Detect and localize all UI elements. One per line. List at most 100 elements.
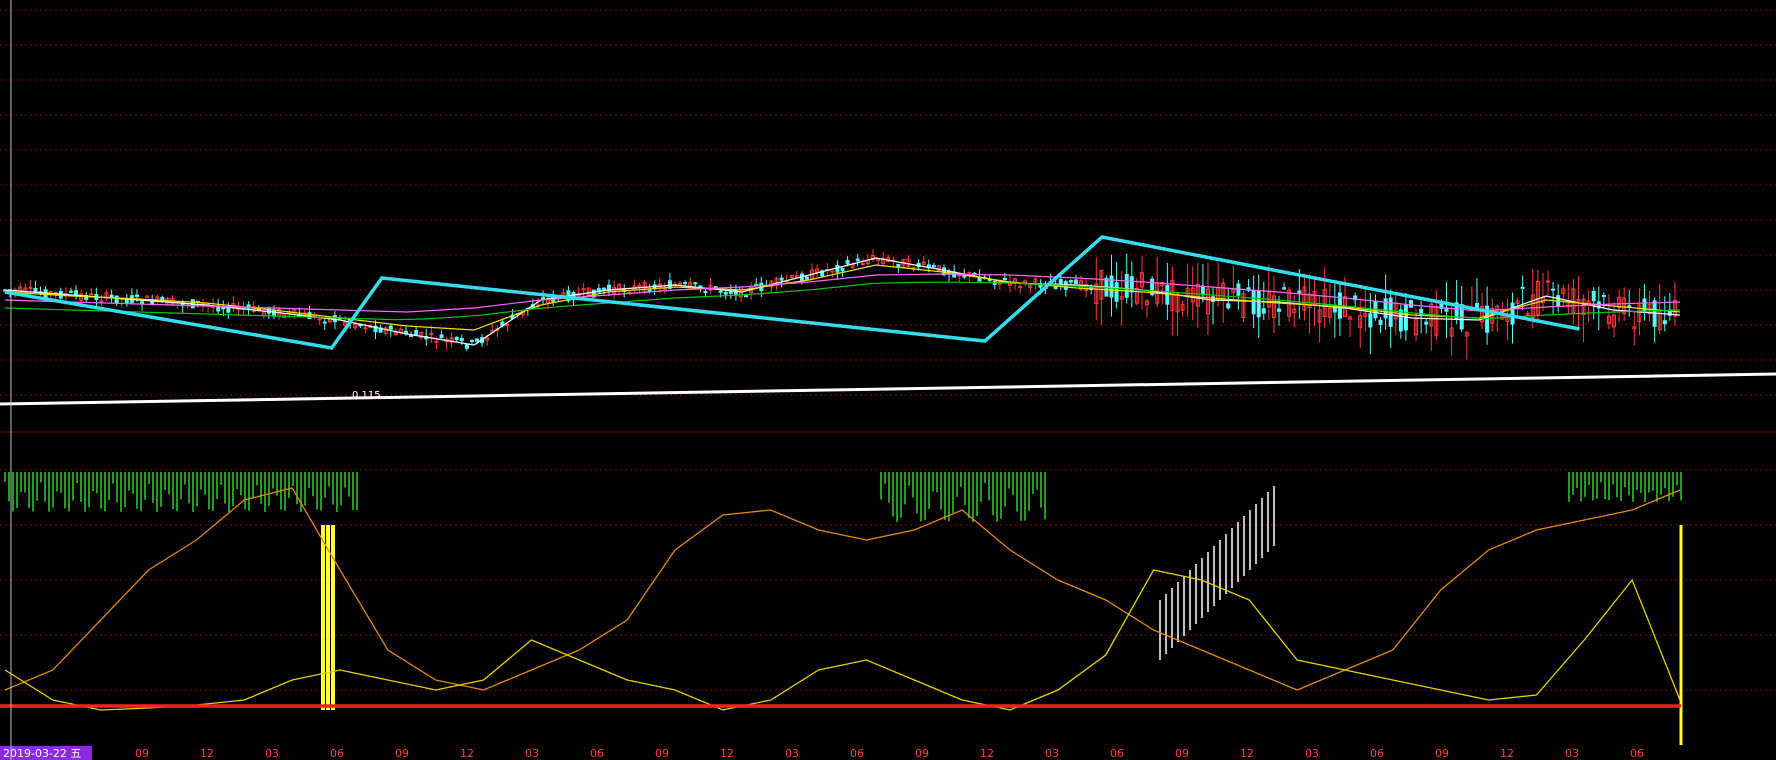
candle-body [541,297,546,300]
candle-body [1419,308,1424,316]
candle-body [1551,288,1556,291]
candle-body [1601,294,1606,297]
candle-body [840,267,845,272]
x-tick-label: 06 [850,747,864,760]
candle-body [1520,286,1525,289]
x-tick-label: 12 [200,747,214,760]
candle-body [728,291,733,294]
candle-body [1109,275,1114,298]
candle-body [459,338,464,342]
candle-body [33,287,38,293]
x-tick-label: 12 [720,747,734,760]
moving-average-line [4,273,1681,313]
candle-body [114,295,119,304]
candle-body [322,321,327,324]
candle-body [74,290,79,295]
candle-body [723,291,728,295]
x-axis: 2019-03-22 五 09 12 03 06 09 12 03 06 09 12 03 06 09 1… [0,746,1644,760]
support-line[interactable] [0,372,1776,406]
candle-body [363,327,368,330]
candle-body [931,265,936,268]
candle-body [1378,319,1383,325]
candle-body [1546,280,1551,283]
candle-body [718,290,723,293]
indicator-line [4,487,1681,691]
candle-body [454,336,459,341]
price-panel[interactable] [0,235,1776,406]
candle-body [1018,286,1023,289]
candle-body [388,325,393,330]
candle-body [1282,287,1287,290]
cursor-date-label: 2019-03-22 五 [3,747,81,760]
candle-body [272,309,277,317]
candle-body [475,338,480,342]
x-tick-label: 03 [525,747,539,760]
x-tick-label: 12 [460,747,474,760]
candle-body [804,276,809,280]
candle-body [683,282,688,285]
candle-body [855,258,860,262]
candle-body [1226,303,1231,309]
candle-body [845,259,850,265]
x-tick-label: 03 [265,747,279,760]
candle-body [1251,289,1256,315]
indicator-line [4,569,1681,711]
candle-body [744,295,749,298]
candle-body [1256,290,1261,318]
low-price-annotation: 0.115 [352,390,381,401]
candle-body [1200,285,1205,296]
candle-body [505,323,510,326]
candle-body [1114,282,1119,302]
candle-body [1124,273,1129,298]
stock-chart: 2019-03-22 五 09 12 03 06 09 12 03 06 09 12 03 06 09 1… [0,0,1776,760]
candle-body [134,294,139,297]
candle-body [464,343,469,349]
candle-body [414,330,419,336]
candle-body [1002,277,1007,281]
x-tick-label: 09 [395,747,409,760]
candle-body [1165,285,1170,305]
x-tick-label: 06 [1370,747,1384,760]
candle-body [693,282,698,285]
x-tick-label: 03 [1045,747,1059,760]
candle-body [860,263,865,266]
candle-body [1368,313,1373,328]
x-tick-label: 03 [1565,747,1579,760]
candle-body [835,265,840,273]
candle-body [89,293,94,296]
candle-body [68,290,73,293]
candle-body [439,334,444,339]
grid [0,9,1776,691]
x-tick-label: 09 [1175,747,1189,760]
candle-body [109,294,114,298]
x-tick-label: 12 [980,747,994,760]
trend-polyline[interactable] [4,235,1580,350]
candle-body [1662,320,1667,325]
x-tick-label: 06 [1110,747,1124,760]
candle-body [99,300,104,303]
x-tick-label: 03 [785,747,799,760]
x-tick-label: 06 [330,747,344,760]
x-tick-label: 09 [135,747,149,760]
x-tick-label: 03 [1305,747,1319,760]
candle-body [434,340,439,343]
candle-body [1424,321,1429,325]
x-tick-label: 09 [915,747,929,760]
candle-body [703,291,708,294]
candle-body [1073,279,1078,284]
candle-body [1591,290,1596,302]
indicator-panel[interactable] [0,472,1683,745]
candle-body [896,263,901,267]
candle-body [1297,290,1302,294]
candle-body [1261,308,1266,314]
x-tick-label: 12 [1500,747,1514,760]
x-tick-label: 06 [1630,747,1644,760]
candle-body [226,307,231,313]
candle-body [1510,302,1515,325]
candle-body [779,277,784,281]
x-tick-label: 12 [1240,747,1254,760]
x-tick-label: 09 [1435,747,1449,760]
candle-body [1068,280,1073,283]
candle-body [469,339,474,342]
candle-body [1277,308,1282,312]
